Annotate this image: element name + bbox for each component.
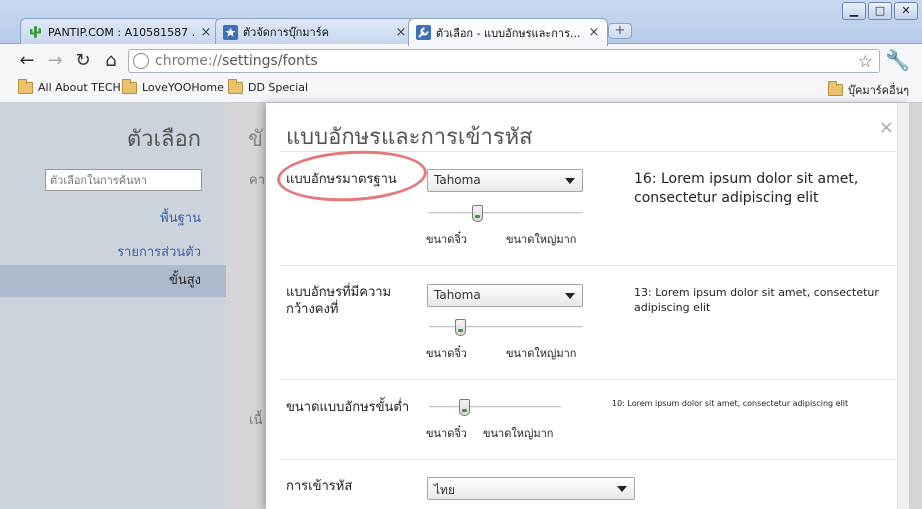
- slider-min-label: ขนาดจิ๋ว: [426, 347, 467, 360]
- fixed-font-select[interactable]: Tahoma: [427, 284, 583, 307]
- encoding-label: การเข้ารหัส: [286, 479, 353, 494]
- fixed-font-sample: 13: Lorem ipsum dolor sit amet, consecte…: [634, 286, 879, 314]
- fixed-font-label: แบบอักษรที่มีความกว้างคงที่: [286, 285, 392, 317]
- close-icon[interactable]: ×: [879, 117, 894, 138]
- new-tab-button[interactable]: +: [608, 23, 632, 39]
- slider-track: [429, 326, 583, 328]
- slider-min-label: ขนาดจิ๋ว: [426, 427, 467, 440]
- cactus-icon: [27, 24, 43, 40]
- minimum-font-sample: 10: Lorem ipsum dolor sit amet, consecte…: [612, 399, 849, 408]
- bookmark-folder[interactable]: DD Special: [228, 78, 309, 94]
- other-bookmarks[interactable]: บุ๊คมาร์คอื่นๆ: [828, 81, 909, 99]
- tab-bookmark-manager[interactable]: ตัวจัดการบุ๊กมาร์ค ×: [215, 18, 415, 45]
- bookmark-star-icon[interactable]: ☆: [858, 52, 873, 72]
- settings-sidebar: ตัวเลือก พื้นฐาน รายการส่วนตัว ขั้นสูง: [0, 103, 226, 509]
- wrench-menu-icon[interactable]: 🔧: [885, 48, 910, 72]
- wrench-icon: [415, 25, 431, 41]
- sidebar-title: ตัวเลือก: [126, 127, 201, 152]
- slider-max-label: ขนาดใหญ่มาก: [483, 427, 554, 440]
- slider-max-label: ขนาดใหญ่มาก: [506, 347, 577, 360]
- divider: [280, 379, 896, 380]
- slider-thumb[interactable]: [459, 399, 470, 416]
- slider-track: [429, 212, 583, 214]
- select-value: Tahoma: [434, 288, 481, 302]
- tab-title: ตัวจัดการบุ๊กมาร์ค: [243, 26, 329, 39]
- chevron-down-icon: [617, 486, 627, 492]
- tab-settings[interactable]: ตัวเลือก - แบบอักษรและการ... ×: [408, 18, 608, 46]
- dialog-title: แบบอักษรและการเข้ารหัส: [286, 125, 533, 150]
- slider-thumb[interactable]: [472, 205, 483, 222]
- tab-close-icon[interactable]: ×: [394, 25, 408, 40]
- address-bar[interactable]: chrome://settings/fonts ☆: [128, 49, 880, 73]
- encoding-select[interactable]: ไทย: [427, 477, 635, 500]
- section-label-partial: เนื้: [249, 413, 263, 428]
- page-title-partial: ขั: [248, 127, 264, 152]
- sidebar-item-personal[interactable]: รายการส่วนตัว: [117, 241, 201, 262]
- star-icon: [222, 24, 238, 40]
- select-value: Tahoma: [434, 173, 481, 187]
- tab-close-icon[interactable]: ×: [199, 25, 213, 40]
- divider: [280, 151, 896, 152]
- minimum-font-label: ขนาดแบบอักษรขั้นต่ำ: [286, 400, 410, 415]
- slider-thumb[interactable]: [455, 319, 466, 336]
- url-text: chrome://settings/fonts: [155, 53, 318, 69]
- minimum-font-size-slider[interactable]: [429, 399, 561, 416]
- maximize-icon[interactable]: □: [868, 2, 892, 20]
- slider-min-label: ขนาดจิ๋ว: [426, 233, 467, 246]
- title-bar: PANTIP.COM : A10581587 ... × ตัวจัดการบุ…: [0, 0, 922, 46]
- settings-search-input[interactable]: [45, 169, 202, 191]
- bookmark-label: All About TECH: [38, 81, 121, 94]
- tab-close-icon[interactable]: ×: [587, 25, 601, 40]
- home-icon[interactable]: ⌂: [97, 47, 125, 75]
- scrollbar[interactable]: [897, 103, 909, 509]
- fonts-encoding-dialog: แบบอักษรและการเข้ารหัส × แบบอักษรมาตรฐาน…: [266, 103, 908, 509]
- bookmark-label: DD Special: [248, 81, 309, 94]
- folder-icon: [228, 78, 243, 94]
- chevron-down-icon: [565, 293, 575, 299]
- bookmark-label: บุ๊คมาร์คอื่นๆ: [848, 84, 910, 97]
- sidebar-item-advanced[interactable]: ขั้นสูง: [0, 265, 226, 297]
- section-label-partial: คา: [249, 173, 265, 188]
- tab-pantip[interactable]: PANTIP.COM : A10581587 ... ×: [20, 18, 220, 45]
- forward-icon[interactable]: →: [41, 47, 69, 75]
- minimize-icon[interactable]: ▁: [842, 2, 866, 20]
- window-controls: ▁ □ ✕: [842, 2, 918, 20]
- standard-font-size-slider[interactable]: [429, 205, 583, 222]
- page-icon: [133, 53, 149, 69]
- sidebar-item-basics[interactable]: พื้นฐาน: [160, 207, 201, 228]
- folder-icon: [18, 78, 33, 94]
- close-window-icon[interactable]: ✕: [894, 2, 918, 20]
- divider: [280, 459, 896, 460]
- standard-font-label: แบบอักษรมาตรฐาน: [286, 172, 397, 187]
- divider: [280, 265, 896, 266]
- toolbar: ← → ↻ ⌂ chrome://settings/fonts ☆ 🔧: [0, 44, 922, 77]
- slider-max-label: ขนาดใหญ่มาก: [506, 233, 577, 246]
- select-value: ไทย: [434, 483, 455, 497]
- folder-icon: [828, 81, 843, 96]
- standard-font-select[interactable]: Tahoma: [427, 169, 583, 192]
- reload-icon[interactable]: ↻: [69, 47, 97, 75]
- back-icon[interactable]: ←: [13, 47, 41, 75]
- slider-track: [429, 406, 561, 408]
- bookmark-label: LoveYOOHome: [142, 81, 224, 94]
- bookmark-folder[interactable]: LoveYOOHome: [122, 78, 224, 94]
- fixed-font-size-slider[interactable]: [429, 319, 583, 336]
- standard-font-sample: 16: Lorem ipsum dolor sit amet, consecte…: [634, 171, 859, 206]
- tab-title: ตัวเลือก - แบบอักษรและการ...: [436, 26, 581, 40]
- folder-icon: [122, 78, 137, 94]
- bookmark-folder[interactable]: All About TECH: [18, 78, 121, 94]
- tab-title: PANTIP.COM : A10581587 ...: [48, 25, 195, 39]
- chevron-down-icon: [565, 178, 575, 184]
- bookmarks-bar: All About TECH LoveYOOHome DD Special บุ…: [0, 77, 922, 103]
